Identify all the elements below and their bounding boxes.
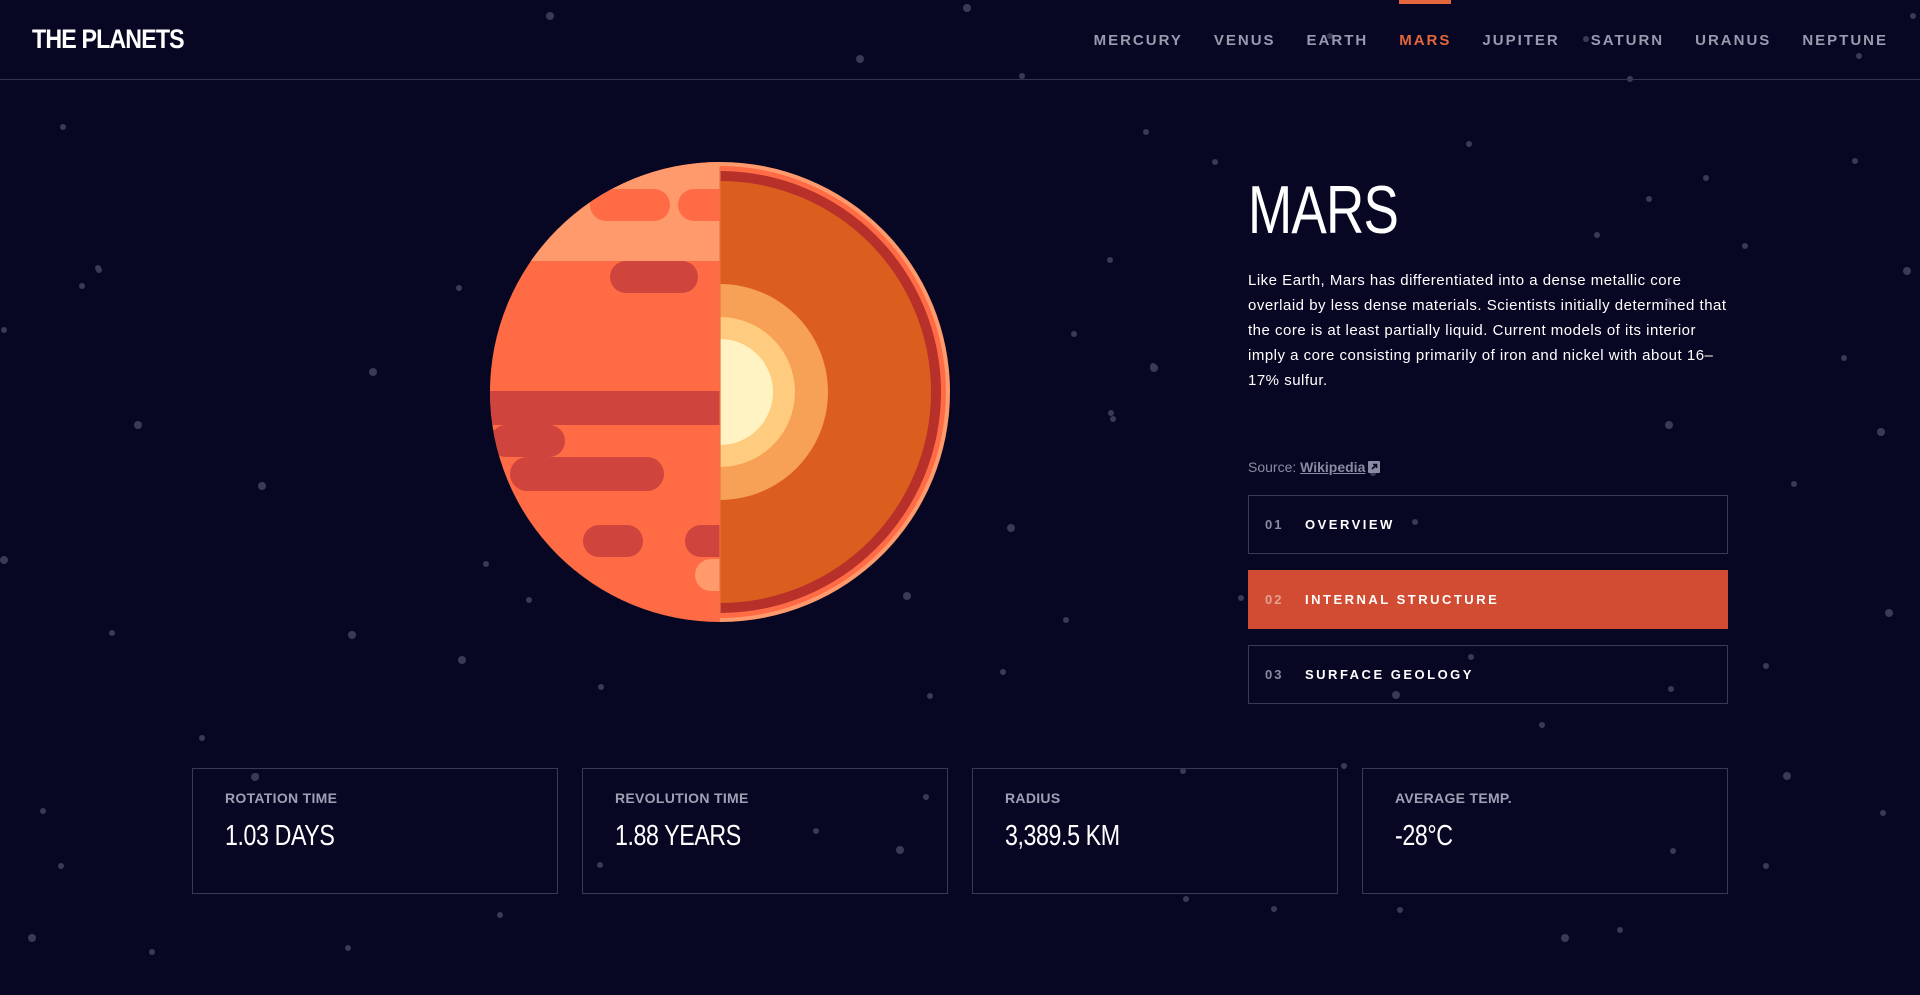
tab-overview[interactable]: 01 OVERVIEW xyxy=(1248,495,1728,554)
stat-value: 1.03 DAYS xyxy=(225,820,335,852)
nav-item-uranus[interactable]: URANUS xyxy=(1695,0,1771,80)
mars-internal-structure-illustration xyxy=(490,162,950,622)
nav-item-jupiter[interactable]: JUPITER xyxy=(1482,0,1559,80)
stat-label: ROTATION TIME xyxy=(225,790,338,806)
stat-label: RADIUS xyxy=(1005,790,1061,806)
planet-nav: MERCURY VENUS EARTH MARS JUPITER SATURN … xyxy=(1094,0,1888,80)
tab-label: INTERNAL STRUCTURE xyxy=(1305,592,1500,607)
external-link-icon[interactable] xyxy=(1368,461,1381,473)
source-label: Source: xyxy=(1248,459,1297,475)
nav-item-neptune[interactable]: NEPTUNE xyxy=(1802,0,1888,80)
tab-number: 02 xyxy=(1265,592,1284,607)
nav-item-saturn[interactable]: SATURN xyxy=(1591,0,1664,80)
stat-value: -28°C xyxy=(1395,820,1453,852)
tab-label: OVERVIEW xyxy=(1305,517,1395,532)
planet-info: MARS Like Earth, Mars has differentiated… xyxy=(1248,168,1728,393)
nav-item-venus[interactable]: VENUS xyxy=(1214,0,1276,80)
tab-label: SURFACE GEOLOGY xyxy=(1305,667,1474,682)
tab-number: 03 xyxy=(1265,667,1284,682)
stat-value: 3,389.5 KM xyxy=(1005,820,1120,852)
tab-surface-geology[interactable]: 03 SURFACE GEOLOGY xyxy=(1248,645,1728,704)
nav-item-mercury[interactable]: MERCURY xyxy=(1094,0,1183,80)
content-tabs: 01 OVERVIEW 02 INTERNAL STRUCTURE 03 SUR… xyxy=(1248,495,1728,720)
nav-item-earth[interactable]: EARTH xyxy=(1307,0,1369,80)
planet-description: Like Earth, Mars has differentiated into… xyxy=(1248,272,1727,389)
nav-item-mars[interactable]: MARS xyxy=(1399,0,1452,80)
site-logo[interactable]: THE PLANETS xyxy=(32,24,185,55)
site-header: THE PLANETS MERCURY VENUS EARTH MARS JUP… xyxy=(0,0,1920,80)
stat-revolution-time: REVOLUTION TIME 1.88 YEARS xyxy=(582,768,948,894)
tab-internal-structure[interactable]: 02 INTERNAL STRUCTURE xyxy=(1248,570,1728,629)
planet-stats: ROTATION TIME 1.03 DAYS REVOLUTION TIME … xyxy=(192,768,1728,894)
stat-average-temp: AVERAGE TEMP. -28°C xyxy=(1362,768,1728,894)
stat-label: AVERAGE TEMP. xyxy=(1395,790,1512,806)
stat-rotation-time: ROTATION TIME 1.03 DAYS xyxy=(192,768,558,894)
tab-number: 01 xyxy=(1265,517,1284,532)
planet-title: MARS xyxy=(1248,172,1399,248)
stat-value: 1.88 YEARS xyxy=(615,820,741,852)
stat-radius: RADIUS 3,389.5 KM xyxy=(972,768,1338,894)
wikipedia-link[interactable]: Wikipedia xyxy=(1300,459,1365,475)
source-line: Source: Wikipedia xyxy=(1248,459,1381,475)
stat-label: REVOLUTION TIME xyxy=(615,790,749,806)
